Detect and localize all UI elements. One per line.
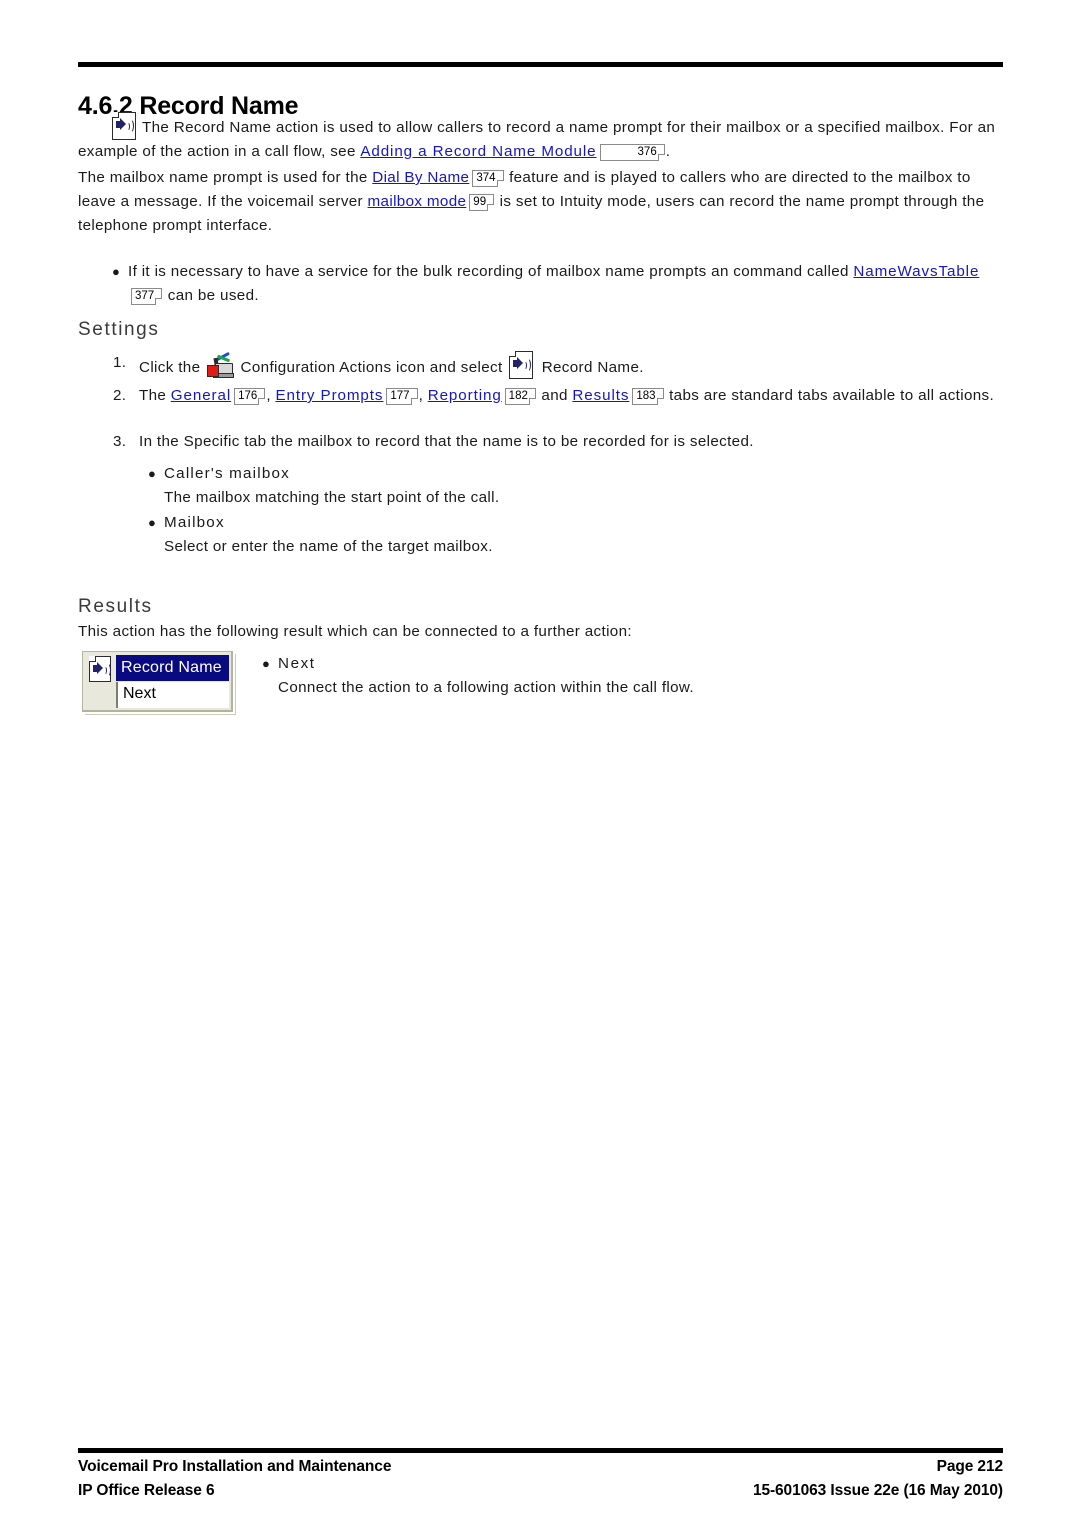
namewavs-part1: If it is necessary to have a service for…: [128, 263, 854, 280]
settings-step-2: 2. The General 176, Entry Prompts 177, Rep…: [113, 384, 1008, 408]
step-2-part2: tabs are standard tabs available to all …: [669, 387, 995, 404]
mailbox-description: Select or enter the name of the target m…: [164, 538, 493, 555]
sep-after-reporting: and: [536, 387, 573, 404]
settings-heading: Settings: [78, 319, 160, 340]
step-1-part2: Configuration Actions icon and select: [235, 359, 508, 376]
intro-paragraph: The Record Name action is used to allow …: [78, 111, 1006, 164]
namewavs-part2: can be used.: [163, 287, 259, 304]
step-1-part3: Record Name.: [537, 359, 644, 376]
mailbox-term: Mailbox: [164, 514, 225, 531]
footer-release: IP Office Release 6: [78, 1482, 215, 1499]
footer-right: Page 212 15-601063 Issue 22e (16 May 201…: [753, 1455, 1003, 1503]
results-heading: Results: [78, 596, 153, 617]
configuration-actions-icon[interactable]: [206, 351, 234, 378]
link-namewavstable[interactable]: NameWavsTable: [853, 263, 979, 280]
link-tab-entry-prompts[interactable]: Entry Prompts: [275, 387, 383, 404]
step-1-part1: Click the: [139, 359, 205, 376]
bullet-dot-icon: ●: [112, 264, 121, 279]
link-adding-record-name-module[interactable]: Adding a Record Name Module: [360, 143, 596, 160]
link-tab-results[interactable]: Results: [572, 387, 629, 404]
header-rule: [78, 62, 1003, 67]
bullet-dot-icon: ●: [148, 466, 157, 481]
page-ref-376[interactable]: 376: [599, 144, 665, 161]
settings-step-3: 3. In the Specific tab the mailbox to re…: [113, 430, 1008, 454]
bullet-dot-icon: ●: [262, 656, 271, 671]
bullet-next-result: ● Next Connect the action to a following…: [262, 652, 962, 700]
link-tab-general[interactable]: General: [171, 387, 231, 404]
settings-step-1: 1. Click the Configuration Actions icon …: [113, 350, 1003, 380]
sub-bullet-mailbox: ● Mailbox Select or enter the name of th…: [148, 511, 1008, 559]
callers-mailbox-description: The mailbox matching the start point of …: [164, 489, 500, 506]
step-2-part1: The: [139, 387, 171, 404]
next-term: Next: [278, 655, 316, 672]
sub-bullet-callers-mailbox: ● Caller's mailbox The mailbox matching …: [148, 462, 1008, 510]
step-3-text: In the Specific tab the mailbox to recor…: [139, 433, 754, 450]
footer-rule: [78, 1448, 1003, 1453]
step-1-number: 1.: [113, 354, 127, 371]
footer-issue-info: 15-601063 Issue 22e (16 May 2010): [752, 1482, 1003, 1499]
link-mailbox-mode[interactable]: mailbox mode: [368, 193, 467, 210]
page-ref-377[interactable]: 377: [131, 288, 163, 305]
record-name-icon: [88, 655, 111, 682]
step-2-number: 2.: [113, 387, 127, 404]
widget-icon-cell: [86, 654, 114, 682]
bullet-namewavstable: ● If it is necessary to have a service f…: [112, 260, 1012, 308]
link-tab-reporting[interactable]: Reporting: [428, 387, 502, 404]
intro-text-after-link: .: [665, 143, 671, 160]
page-ref-374[interactable]: 374: [472, 170, 504, 187]
record-name-action-widget[interactable]: Record Name Next: [82, 651, 233, 712]
footer-doc-title: Voicemail Pro Installation and Maintenan…: [78, 1458, 392, 1475]
step-3-number: 3.: [113, 433, 127, 450]
callers-mailbox-term: Caller's mailbox: [164, 465, 290, 482]
link-dial-by-name[interactable]: Dial By Name: [372, 169, 469, 186]
bullet-dot-icon: ●: [148, 515, 157, 530]
sep-after-entry-prompts: ,: [418, 387, 428, 404]
record-name-icon: [111, 111, 136, 140]
mailbox-prompt-paragraph: The mailbox name prompt is used for the …: [78, 166, 1008, 238]
widget-result-next[interactable]: Next: [116, 682, 229, 708]
document-page: 4.6.2 Record Name The Record Name action…: [0, 0, 1080, 1528]
page-ref-177[interactable]: 177: [386, 388, 418, 405]
next-description: Connect the action to a following action…: [278, 679, 694, 696]
footer-left: Voicemail Pro Installation and Maintenan…: [78, 1455, 391, 1503]
widget-title: Record Name: [116, 655, 229, 681]
results-intro: This action has the following result whi…: [78, 623, 632, 640]
footer-page-number: Page 212: [936, 1458, 1004, 1475]
p2-part1: The mailbox name prompt is used for the: [78, 169, 373, 186]
page-ref-183[interactable]: 183: [632, 388, 664, 405]
page-ref-176[interactable]: 176: [234, 388, 266, 405]
record-name-icon[interactable]: [508, 350, 534, 379]
page-ref-182[interactable]: 182: [504, 388, 537, 405]
page-ref-99[interactable]: 99: [469, 194, 495, 211]
